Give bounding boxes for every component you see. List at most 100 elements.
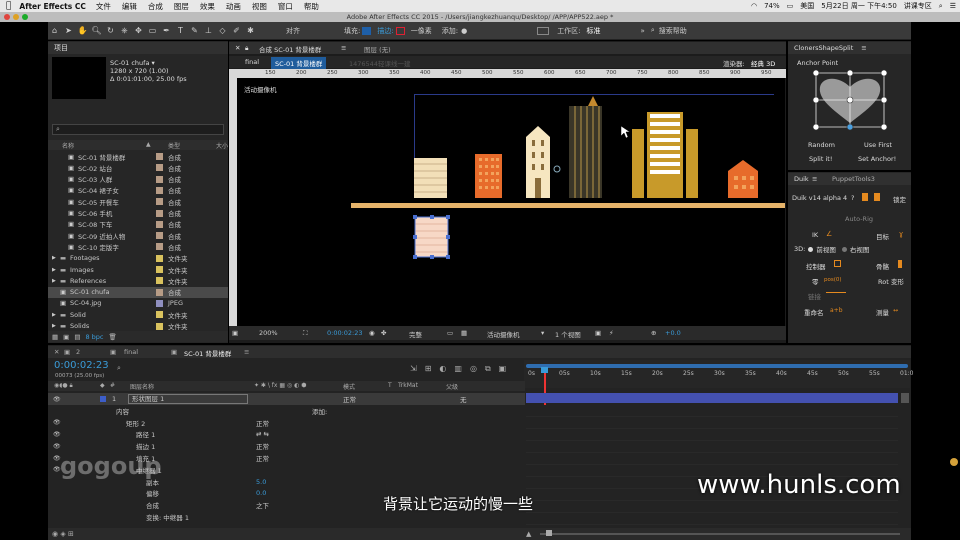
project-item[interactable]: ▶ ▬ Solids 文件夹: [48, 321, 228, 331]
white-striped-tower[interactable]: [632, 112, 698, 198]
expand-arrow-icon[interactable]: ▶: [52, 267, 56, 273]
project-item[interactable]: ▣ SC-09 近拍人物 合成: [48, 230, 228, 241]
app-menu[interactable]: After Effects CC: [19, 2, 85, 11]
new-folder-icon[interactable]: ▣: [63, 333, 69, 341]
lock-icon[interactable]: 🔒︎: [245, 44, 248, 53]
resolution-select[interactable]: 完整: [409, 329, 422, 339]
property-name[interactable]: 变换: 中继器 1: [146, 512, 189, 522]
label-color-swatch[interactable]: [156, 266, 163, 273]
motion-blur-icon[interactable]: ◎: [470, 364, 477, 374]
stroke-label[interactable]: 描边:: [377, 26, 393, 36]
expand-arrow-icon[interactable]: ▶: [52, 278, 56, 284]
selected-shape-layer[interactable]: [413, 215, 450, 259]
menu-view[interactable]: 视图: [252, 1, 267, 12]
project-search-input[interactable]: ⌕: [52, 124, 224, 135]
autorig-button[interactable]: Auto-Rig: [845, 215, 873, 223]
align-label[interactable]: 对齐: [286, 26, 300, 36]
col-type[interactable]: 类型: [168, 141, 180, 150]
home-icon[interactable]: ⌂: [48, 24, 61, 37]
wifi-icon[interactable]: ◠: [751, 2, 757, 10]
list-icon[interactable]: ☰: [950, 2, 956, 10]
exposure-value[interactable]: +0.0: [665, 329, 681, 337]
rotate-tool-icon[interactable]: ↻: [104, 24, 117, 37]
roto-brush-tool-icon[interactable]: ✐: [230, 24, 243, 37]
menu-layer[interactable]: 图层: [174, 1, 189, 12]
property-value[interactable]: 正常: [256, 418, 269, 428]
project-item[interactable]: ▶ ▬ Footages 文件夹: [48, 253, 228, 264]
label-column-icon[interactable]: ◆: [100, 382, 105, 389]
property-value[interactable]: 0.0: [256, 489, 266, 497]
pen-tool-icon[interactable]: ✒: [160, 24, 173, 37]
eraser-tool-icon[interactable]: ◇: [216, 24, 229, 37]
label-color-swatch[interactable]: [156, 209, 163, 217]
label-color-swatch[interactable]: [156, 153, 163, 160]
menu-effect[interactable]: 效果: [200, 1, 215, 12]
always-preview-icon[interactable]: ▣: [232, 329, 238, 337]
rot-morph-button[interactable]: Rot 变形: [878, 276, 904, 286]
expand-arrow-icon[interactable]: ▶: [52, 255, 56, 261]
track-area[interactable]: [526, 405, 898, 529]
transparency-grid-icon[interactable]: ▦: [461, 329, 467, 337]
duik-help-button[interactable]: ?: [851, 194, 854, 202]
zoom-tool-icon[interactable]: 🔍︎: [90, 24, 103, 37]
bone-button[interactable]: 骨骼: [876, 261, 889, 271]
selection-tool-icon[interactable]: ➤: [62, 24, 75, 37]
link-button[interactable]: 链接: [808, 291, 821, 301]
small-orange-house[interactable]: [728, 160, 758, 198]
composition-viewer[interactable]: 活动摄像机: [237, 78, 785, 326]
delete-icon[interactable]: 🗑︎: [109, 333, 117, 341]
layer-name[interactable]: 形状图层 1: [128, 394, 248, 404]
timeline-tab-final-icon[interactable]: ▣: [110, 348, 116, 356]
number-column[interactable]: #: [110, 382, 115, 389]
cream-tower[interactable]: [526, 126, 550, 198]
project-item[interactable]: ▣ SC-01 背景楼群 合成: [48, 151, 228, 162]
snap-icon[interactable]: [537, 26, 550, 35]
menu-edit[interactable]: 编辑: [122, 1, 137, 12]
cloners-title[interactable]: ClonersShapeSplit: [794, 44, 853, 52]
property-value[interactable]: 正常: [256, 453, 269, 463]
menu-composition[interactable]: 合成: [148, 1, 163, 12]
input-language[interactable]: 美国: [800, 1, 814, 11]
av-features-icons[interactable]: ◉◖● 🔒︎: [54, 382, 73, 390]
rename-button[interactable]: 重命名: [804, 307, 824, 317]
property-row[interactable]: 👁︎ 路径 1 ⇄ ⇆: [48, 428, 525, 440]
timeline-tab-comp-icon[interactable]: ▣: [64, 348, 70, 356]
menu-help[interactable]: 帮助: [304, 1, 319, 12]
type-tool-icon[interactable]: T: [174, 24, 187, 37]
hide-shy-icon[interactable]: ◐: [439, 364, 446, 374]
timeline-timecode[interactable]: 0:00:02:23: [54, 360, 109, 371]
mode-column[interactable]: 模式: [343, 382, 355, 391]
project-item[interactable]: ▣ SC-02 站台 合成: [48, 162, 228, 173]
layer-label-swatch[interactable]: [100, 396, 106, 402]
horizontal-ruler[interactable]: 150 200 250 300 350 400 450 500 550 600 650 700 750 8…: [229, 69, 786, 78]
fast-preview-icon[interactable]: ⚡: [609, 329, 614, 337]
timeline-tab-2[interactable]: 2: [76, 348, 80, 356]
label-color-swatch[interactable]: [156, 220, 163, 228]
label-color-swatch[interactable]: [156, 164, 163, 172]
panel-menu-icon[interactable]: ≡: [861, 44, 866, 52]
building-stack[interactable]: [414, 158, 447, 198]
split-it-button[interactable]: Split it!: [809, 155, 832, 163]
project-item[interactable]: ▣ SC-04 裙子女 合成: [48, 185, 228, 196]
timeline-tab-current[interactable]: SC-01 背景楼群: [184, 348, 231, 358]
col-name[interactable]: 名称: [62, 141, 74, 150]
timeline-comp-icon[interactable]: ▣: [499, 364, 507, 374]
label-color-swatch[interactable]: [156, 186, 163, 194]
visibility-eye-icon[interactable]: 👁︎: [53, 419, 61, 426]
expand-arrow-icon[interactable]: ▶: [52, 323, 56, 329]
spotlight-icon[interactable]: ⌕: [939, 2, 943, 11]
close-tab-icon[interactable]: ✕: [235, 44, 240, 52]
layer-end-marker[interactable]: [901, 393, 909, 403]
visibility-eye-icon[interactable]: 👁︎: [53, 431, 61, 438]
clock[interactable]: 5月22日 周一 下午4:50: [821, 1, 897, 11]
workspace-select[interactable]: 标准: [587, 26, 601, 36]
property-value[interactable]: 正常: [256, 441, 269, 451]
layer-row[interactable]: 👁︎ 1 形状图层 1 正常 无: [48, 393, 525, 405]
work-area-bar[interactable]: [526, 364, 908, 368]
measure-button[interactable]: 测量: [876, 307, 889, 317]
sort-icon[interactable]: ▲: [146, 141, 151, 148]
parent-column[interactable]: 父级: [446, 382, 458, 391]
3d-view-select[interactable]: 活动摄像机: [487, 329, 520, 339]
apple-icon[interactable]: : [6, 1, 11, 11]
t-column[interactable]: T: [388, 382, 392, 389]
